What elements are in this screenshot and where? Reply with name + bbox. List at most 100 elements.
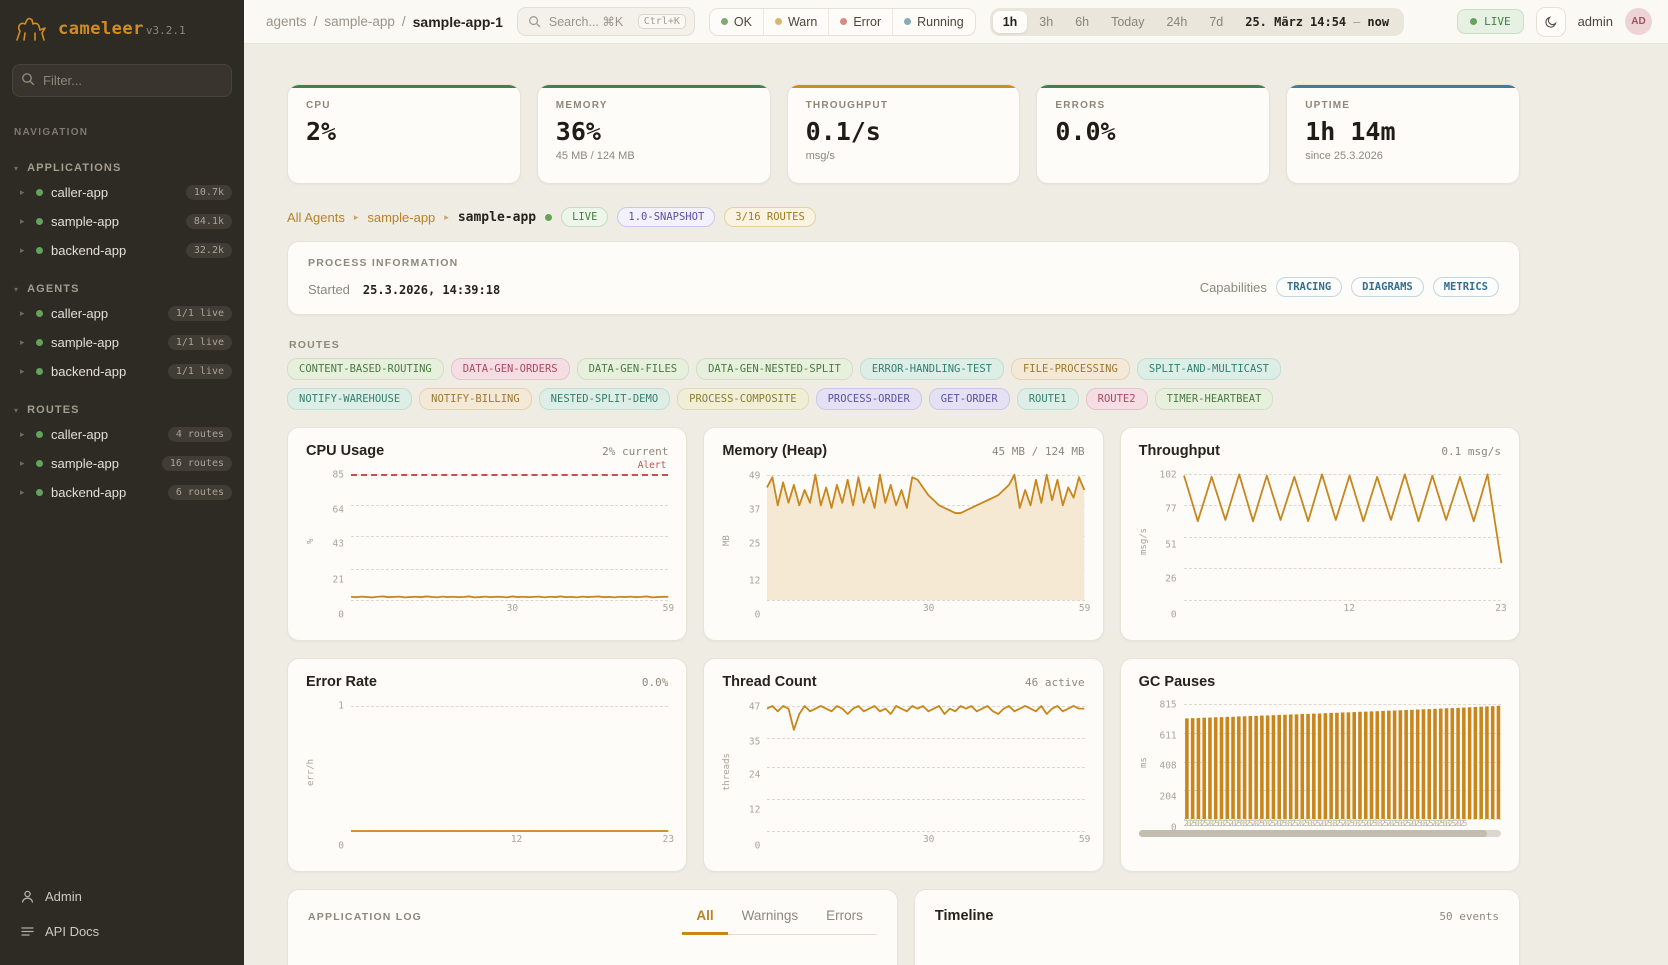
- all-agents-link[interactable]: All Agents: [287, 210, 345, 225]
- nav-group-agents[interactable]: ▾ AGENTS: [0, 279, 244, 299]
- sidebar-routes-backend-app[interactable]: ▸ backend-app 6 routes: [0, 478, 244, 507]
- route-tag[interactable]: ROUTE1: [1017, 388, 1079, 410]
- timeline-title: Timeline: [935, 908, 994, 924]
- tab-warnings[interactable]: Warnings: [728, 908, 813, 935]
- sidebar-item-badge: 16 routes: [162, 456, 232, 471]
- sidebar-item-badge: 1/1 live: [168, 364, 232, 379]
- logo-row[interactable]: cameleerv3.2.1: [0, 0, 244, 56]
- search-input[interactable]: Search... ⌘K Ctrl+K: [517, 7, 695, 36]
- metric-card-throughput[interactable]: THROUGHPUT 0.1/s msg/s: [787, 84, 1021, 184]
- bar-series: [1184, 698, 1501, 819]
- route-tag[interactable]: NOTIFY-WAREHOUSE: [287, 388, 412, 410]
- agent-app-link[interactable]: sample-app: [367, 210, 435, 225]
- metric-card-uptime[interactable]: UPTIME 1h 14m since 25.3.2026: [1286, 84, 1520, 184]
- breadcrumb-agents[interactable]: agents: [266, 14, 307, 29]
- route-tags: CONTENT-BASED-ROUTING DATA-GEN-ORDERS DA…: [287, 358, 1387, 410]
- route-tag[interactable]: GET-ORDER: [929, 388, 1010, 410]
- time-range-today[interactable]: Today: [1101, 11, 1154, 33]
- sidebar-item-badge: 4 routes: [168, 427, 232, 442]
- route-tag[interactable]: DATA-GEN-ORDERS: [451, 358, 570, 380]
- live-dot: [1470, 18, 1477, 25]
- sidebar-item-admin[interactable]: Admin: [12, 881, 232, 912]
- y-tick-label: 102: [1159, 470, 1176, 481]
- route-tag[interactable]: PROCESS-ORDER: [816, 388, 922, 410]
- y-tick-label: 26: [1165, 574, 1176, 585]
- x-axis-ticks: 1223: [1184, 600, 1501, 615]
- x-axis-ticks: 3059: [767, 600, 1084, 615]
- route-tag[interactable]: FILE-PROCESSING: [1011, 358, 1130, 380]
- sidebar-item-badge: 1/1 live: [168, 335, 232, 350]
- tab-errors[interactable]: Errors: [812, 908, 877, 935]
- scrollbar-thumb[interactable]: [1139, 830, 1487, 837]
- navigation-heading: NAVIGATION: [0, 101, 244, 144]
- sidebar-item-badge: 1/1 live: [168, 306, 232, 321]
- time-range-6h[interactable]: 6h: [1065, 11, 1099, 33]
- route-tag[interactable]: DATA-GEN-NESTED-SPLIT: [696, 358, 853, 380]
- metric-label: CPU: [306, 100, 502, 111]
- chevron-right-icon: ▸: [20, 308, 28, 319]
- capability-diagrams: DIAGRAMS: [1351, 277, 1424, 297]
- route-tag[interactable]: ROUTE2: [1086, 388, 1148, 410]
- sidebar-item-backend-app[interactable]: ▸ backend-app 32.2k: [0, 236, 244, 265]
- chevron-right-icon: ▸: [20, 458, 28, 469]
- filter-warn-button[interactable]: Warn: [764, 9, 829, 35]
- x-tick-label: 30: [507, 603, 518, 614]
- sidebar-item-sample-app[interactable]: ▸ sample-app 84.1k: [0, 207, 244, 236]
- breadcrumb: agents / sample-app / sample-app-1: [266, 14, 503, 30]
- route-tag[interactable]: CONTENT-BASED-ROUTING: [287, 358, 444, 380]
- nav-group-routes[interactable]: ▾ ROUTES: [0, 400, 244, 420]
- filter-error-button[interactable]: Error: [829, 9, 893, 35]
- route-tag[interactable]: SPLIT-AND-MULTICAST: [1137, 358, 1281, 380]
- chart-current-value: 45 MB / 124 MB: [992, 445, 1085, 458]
- route-tag[interactable]: NOTIFY-BILLING: [419, 388, 532, 410]
- sidebar-routes-sample-app[interactable]: ▸ sample-app 16 routes: [0, 449, 244, 478]
- metric-card-memory[interactable]: MEMORY 36% 45 MB / 124 MB: [537, 84, 771, 184]
- status-dot: [36, 247, 43, 254]
- chart-current-value: 0.0%: [642, 676, 669, 689]
- sidebar-routes-caller-app[interactable]: ▸ caller-app 4 routes: [0, 420, 244, 449]
- time-range-3h[interactable]: 3h: [1029, 11, 1063, 33]
- chevron-right-icon: ▸: [20, 245, 28, 256]
- route-tag[interactable]: PROCESS-COMPOSITE: [677, 388, 808, 410]
- y-axis-ticks: 0265177102: [1152, 467, 1184, 615]
- time-range-display[interactable]: 25. März 14:54 — now: [1235, 15, 1401, 29]
- sidebar-item-label: backend-app: [51, 364, 126, 379]
- tab-all[interactable]: All: [682, 908, 727, 935]
- routes-section-label: ROUTES: [289, 339, 1520, 351]
- sidebar-item-caller-app[interactable]: ▸ caller-app 10.7k: [0, 178, 244, 207]
- time-range-1h[interactable]: 1h: [993, 11, 1028, 33]
- chart-title: CPU Usage: [306, 443, 384, 459]
- filter-label: Running: [917, 15, 964, 29]
- route-tag[interactable]: TIMER-HEARTBEAT: [1155, 388, 1274, 410]
- sidebar-item-api-docs[interactable]: API Docs: [12, 916, 232, 947]
- sidebar-agent-sample-app[interactable]: ▸ sample-app 1/1 live: [0, 328, 244, 357]
- process-information-title: PROCESS INFORMATION: [308, 257, 1200, 269]
- route-tag[interactable]: NESTED-SPLIT-DEMO: [539, 388, 670, 410]
- metric-card-errors[interactable]: ERRORS 0.0%: [1036, 84, 1270, 184]
- filter-ok-button[interactable]: OK: [710, 9, 764, 35]
- chevron-right-icon: ▸: [20, 337, 28, 348]
- capability-metrics: METRICS: [1433, 277, 1499, 297]
- chart-horizontal-scrollbar[interactable]: [1139, 830, 1501, 837]
- nav-group-applications[interactable]: ▾ APPLICATIONS: [0, 158, 244, 178]
- gc-pauses-chart: GC Pauses ms 0204408611815 2025032520250…: [1120, 658, 1520, 872]
- live-badge[interactable]: LIVE: [1457, 9, 1524, 34]
- time-range-7d[interactable]: 7d: [1199, 11, 1233, 33]
- sidebar-agent-caller-app[interactable]: ▸ caller-app 1/1 live: [0, 299, 244, 328]
- x-tick-label: 30: [923, 834, 934, 845]
- avatar[interactable]: AD: [1625, 8, 1652, 35]
- route-tag[interactable]: DATA-GEN-FILES: [577, 358, 690, 380]
- sidebar-item-label: backend-app: [51, 485, 126, 500]
- sidebar-agent-backend-app[interactable]: ▸ backend-app 1/1 live: [0, 357, 244, 386]
- breadcrumb-sample-app[interactable]: sample-app: [324, 14, 395, 29]
- theme-toggle-button[interactable]: [1536, 7, 1566, 37]
- plot-area: [767, 698, 1084, 831]
- filter-running-button[interactable]: Running: [893, 9, 975, 35]
- line-series: [351, 467, 668, 600]
- y-tick-label: 204: [1159, 792, 1176, 803]
- metric-card-cpu[interactable]: CPU 2%: [287, 84, 521, 184]
- route-tag[interactable]: ERROR-HANDLING-TEST: [860, 358, 1004, 380]
- x-axis-ticks: 1223: [351, 831, 668, 846]
- time-range-24h[interactable]: 24h: [1156, 11, 1197, 33]
- filter-input[interactable]: [12, 64, 232, 97]
